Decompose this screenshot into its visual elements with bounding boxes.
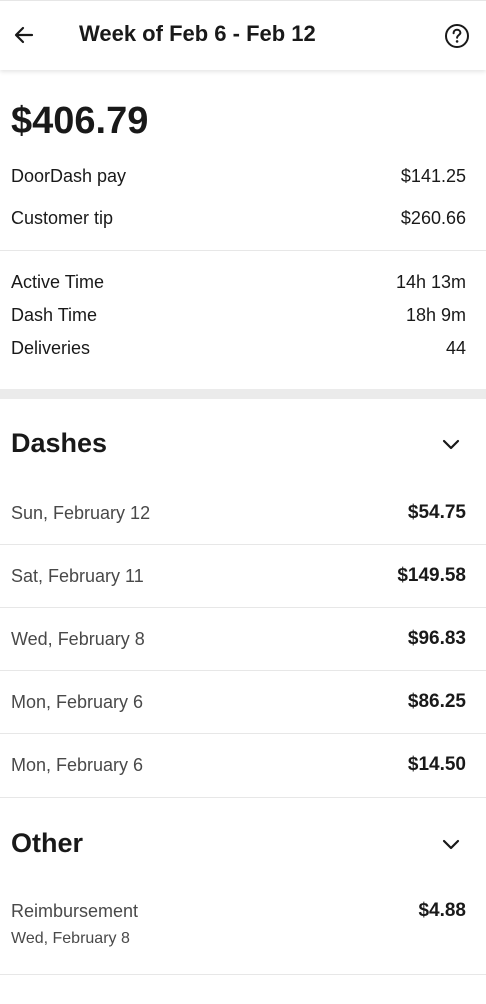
back-button[interactable] (8, 19, 40, 51)
deliveries-row: Deliveries 44 (11, 338, 466, 359)
doordash-pay-value: $141.25 (400, 166, 466, 186)
divider (0, 733, 486, 734)
other-title: Other (11, 828, 84, 858)
other-section-header[interactable]: Other (11, 828, 466, 859)
dash-date: Mon, February 6 (11, 754, 144, 775)
dash-amount: $149.58 (397, 565, 466, 586)
deliveries-label: Deliveries (11, 338, 91, 358)
active-time-row: Active Time 14h 13m (11, 272, 466, 293)
page-title: Week of Feb 6 - Feb 12 (79, 21, 316, 46)
doordash-pay-row: DoorDash pay $141.25 (11, 166, 466, 187)
divider (0, 607, 486, 608)
dash-date: Mon, February 6 (11, 691, 144, 712)
other-item-date: Wed, February 8 (11, 930, 130, 947)
dash-row[interactable]: Mon, February 6 $14.50 (11, 754, 466, 776)
active-time-value: 14h 13m (395, 272, 466, 292)
dash-time-value: 18h 9m (405, 305, 466, 325)
dash-row[interactable]: Sat, February 11 $149.58 (11, 565, 466, 587)
arrow-left-icon (14, 26, 34, 44)
divider (0, 250, 486, 251)
dash-row[interactable]: Mon, February 6 $86.25 (11, 691, 466, 713)
help-button[interactable] (444, 23, 470, 49)
dash-date: Sun, February 12 (11, 502, 151, 523)
dashes-section-header[interactable]: Dashes (11, 428, 466, 459)
dash-date: Sat, February 11 (11, 565, 144, 586)
divider (0, 544, 486, 545)
section-separator (0, 389, 486, 399)
dashes-title: Dashes (11, 428, 108, 458)
dash-amount: $54.75 (407, 502, 466, 523)
dash-amount: $96.83 (407, 628, 466, 649)
dash-row[interactable]: Sun, February 12 $54.75 (11, 502, 466, 524)
customer-tip-label: Customer tip (11, 208, 114, 228)
deliveries-value: 44 (445, 338, 466, 358)
weekly-total: $406.79 (11, 100, 149, 142)
divider (0, 797, 486, 798)
divider (0, 974, 486, 975)
dash-time-row: Dash Time 18h 9m (11, 305, 466, 326)
dash-time-label: Dash Time (11, 305, 98, 325)
question-circle-icon (445, 24, 469, 48)
dash-date: Wed, February 8 (11, 628, 145, 649)
other-item-amount: $4.88 (418, 900, 466, 921)
customer-tip-row: Customer tip $260.66 (11, 208, 466, 229)
divider (0, 670, 486, 671)
active-time-label: Active Time (11, 272, 105, 292)
customer-tip-value: $260.66 (400, 208, 466, 228)
dash-amount: $86.25 (407, 691, 466, 712)
dash-row[interactable]: Wed, February 8 $96.83 (11, 628, 466, 650)
top-app-bar: Week of Feb 6 - Feb 12 (0, 0, 486, 70)
chevron-down-icon (442, 839, 460, 849)
chevron-down-icon (442, 439, 460, 449)
reimbursement-row[interactable]: Reimbursement $4.88 Wed, February 8 (11, 900, 466, 948)
dash-amount: $14.50 (407, 754, 466, 775)
doordash-pay-label: DoorDash pay (11, 166, 127, 186)
other-item-label: Reimbursement (11, 900, 139, 921)
